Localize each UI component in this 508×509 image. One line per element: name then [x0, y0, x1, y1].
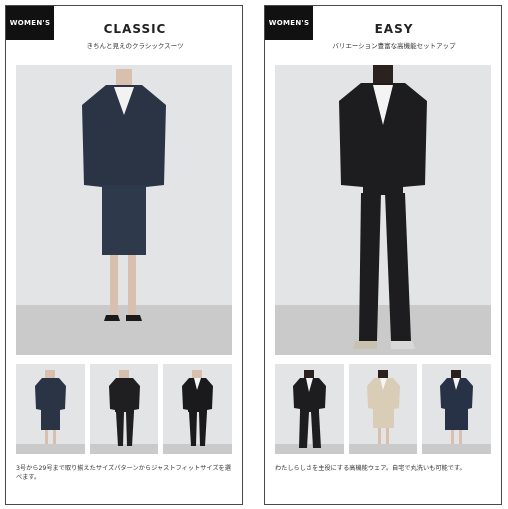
thumbnail-black-pants-suit[interactable] [89, 364, 159, 454]
panel-title: EASY [374, 22, 414, 36]
thumbnail-black-wide-pants-setup[interactable] [275, 364, 344, 454]
thumbnail-navy-skirt-suit[interactable] [16, 364, 85, 454]
easy-panel[interactable]: WOMEN'S EASY バリエーション豊富な高機能セットアップ わたしらしさを… [264, 5, 502, 505]
panel-description: わたしらしさを主役にする高機能ウェア。自宅で丸洗いも可能です。 [275, 465, 466, 472]
hero-image[interactable] [16, 65, 232, 355]
panel-description: 3号から29号まで取り揃えたサイズパターンからジャストフィットサイズを選べます。 [16, 465, 231, 482]
classic-panel[interactable]: WOMEN'S CLASSIC きちんと見えのクラシックスーツ 3号から29号ま… [5, 5, 243, 505]
hero-image[interactable] [275, 65, 491, 355]
panel-title: CLASSIC [103, 22, 167, 36]
panel-subtitle: きちんと見えのクラシックスーツ [86, 42, 184, 50]
thumbnail-row [275, 364, 492, 454]
thumbnail-navy-skirt-setup[interactable] [422, 364, 492, 454]
thumbnail-black-pants-suit-white-shirt[interactable] [163, 364, 233, 454]
thumbnail-beige-skirt-setup[interactable] [348, 364, 418, 454]
thumbnail-row [16, 364, 233, 454]
panel-subtitle: バリエーション豊富な高機能セットアップ [332, 42, 456, 50]
